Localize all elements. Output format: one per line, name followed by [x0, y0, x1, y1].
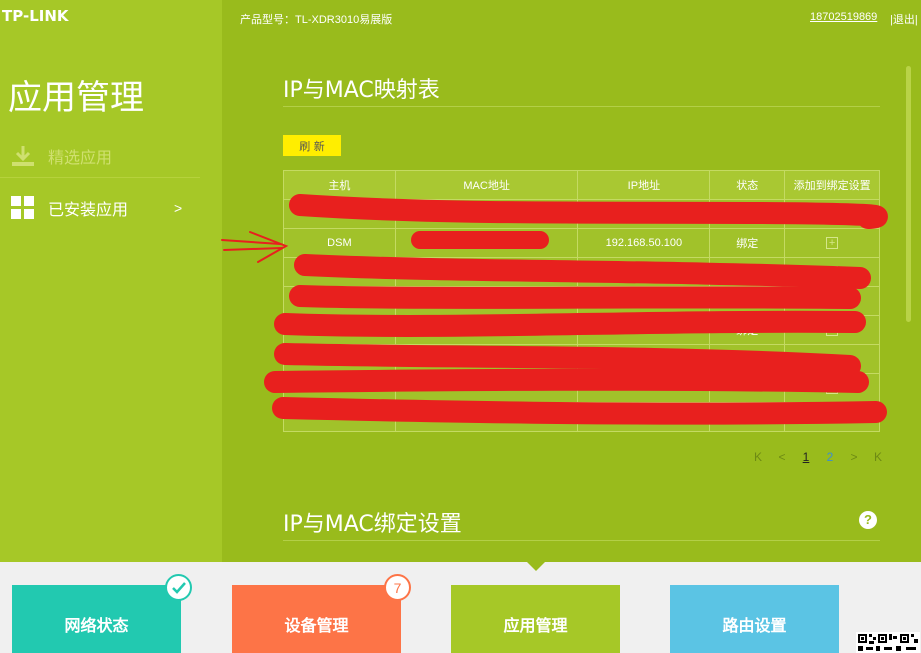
- sidebar-item-label: 精选应用: [48, 149, 113, 167]
- add-binding-plus-icon[interactable]: +: [826, 295, 839, 307]
- add-binding-plus-icon[interactable]: +: [826, 382, 839, 394]
- sidebar-item-featured-apps[interactable]: 精选应用: [0, 134, 200, 178]
- top-bar: 产品型号：TL-XDR3010易展版 18702519869 |退出|: [222, 0, 921, 36]
- cell-status: [709, 373, 786, 403]
- cell-status: [709, 402, 786, 432]
- cell-ip: [577, 286, 711, 316]
- cell-status: 绑定: [709, 315, 786, 345]
- cell-mac: [394, 228, 579, 258]
- cell-add-binding: [784, 402, 880, 432]
- refresh-button[interactable]: 刷 新: [283, 135, 341, 156]
- table-row: +: [283, 257, 880, 287]
- divider: [283, 106, 880, 107]
- cell-host: [283, 315, 396, 345]
- table-row: DSM 192.168.50.100 绑定 +: [283, 228, 880, 258]
- add-binding-plus-icon[interactable]: +: [826, 266, 839, 278]
- scrollbar[interactable]: [906, 66, 911, 322]
- cell-add-binding: [784, 199, 880, 229]
- cell-status: [709, 257, 786, 287]
- download-icon: [10, 143, 36, 169]
- logout-link[interactable]: |退出|: [890, 11, 918, 27]
- cell-status: [709, 286, 786, 316]
- column-header-mac: MAC地址: [394, 170, 579, 200]
- page-link-1[interactable]: 1: [794, 450, 818, 464]
- cell-host: [283, 373, 396, 403]
- cell-mac: [394, 344, 579, 374]
- prev-page-button[interactable]: <: [770, 450, 794, 464]
- section-title-ip-mac-binding: IP与MAC绑定设置: [283, 512, 462, 537]
- cell-ip: [577, 344, 711, 374]
- sidebar-item-label: 已安装应用: [48, 202, 129, 219]
- user-account-link[interactable]: 18702519869: [810, 11, 877, 23]
- tile-app-management[interactable]: 应用管理: [451, 585, 620, 653]
- cell-ip: [577, 315, 711, 345]
- table-row: [283, 199, 880, 229]
- tile-device-management[interactable]: 设备管理: [232, 585, 401, 653]
- cell-add-binding: +: [784, 257, 880, 287]
- next-page-button[interactable]: >: [842, 450, 866, 464]
- last-page-button[interactable]: K: [866, 450, 890, 464]
- pagination: K < 1 2 > K: [746, 450, 890, 464]
- column-header-ip: IP地址: [577, 170, 711, 200]
- sidebar-item-installed-apps[interactable]: 已安装应用: [0, 186, 200, 230]
- cell-host: [283, 286, 396, 316]
- cell-ip: [577, 199, 711, 229]
- cell-host: [283, 257, 396, 287]
- sidebar: TP-LINK 应用管理 精选应用 已安装应用 >: [0, 0, 222, 562]
- active-tile-pointer: [527, 562, 545, 571]
- table-row: +: [283, 286, 880, 316]
- column-header-add-binding: 添加到绑定设置: [784, 170, 880, 200]
- table-row: [283, 402, 880, 432]
- product-model: 产品型号：TL-XDR3010易展版: [240, 14, 393, 26]
- cell-mac: [394, 286, 579, 316]
- cell-add-binding: +: [784, 228, 880, 258]
- qr-code-icon: [856, 632, 920, 653]
- cell-ip: [577, 373, 711, 403]
- grid-icon: [10, 195, 36, 221]
- tile-network-status[interactable]: 网络状态: [12, 585, 181, 653]
- check-icon: [165, 574, 192, 601]
- cell-mac: [394, 315, 579, 345]
- cell-status: [709, 199, 786, 229]
- table-row: 绑定 +: [283, 315, 880, 345]
- device-count-badge: 7: [384, 574, 411, 601]
- main-panel: 产品型号：TL-XDR3010易展版 18702519869 |退出| IP与M…: [222, 0, 921, 562]
- first-page-button[interactable]: K: [746, 450, 770, 464]
- cell-status: 绑定: [709, 228, 786, 258]
- cell-add-binding: [784, 344, 880, 374]
- tp-link-logo: TP-LINK: [2, 7, 69, 25]
- cell-add-binding: +: [784, 315, 880, 345]
- add-binding-plus-icon[interactable]: +: [826, 237, 839, 249]
- chevron-right-icon: >: [174, 200, 183, 216]
- help-icon[interactable]: ?: [859, 511, 877, 529]
- cell-status: [709, 344, 786, 374]
- cell-host: DSM: [283, 228, 396, 258]
- column-header-status: 状态: [709, 170, 786, 200]
- section-title-ip-mac-table: IP与MAC映射表: [283, 78, 440, 103]
- cell-host: [283, 199, 396, 229]
- cell-ip: 192.168.50.100: [577, 228, 711, 258]
- ip-mac-table: 主机 MAC地址 IP地址 状态 添加到绑定设置 DSM 192.168.50.1…: [283, 170, 880, 432]
- cell-mac: [394, 199, 579, 229]
- cell-ip: [577, 257, 711, 287]
- cell-add-binding: +: [784, 286, 880, 316]
- cell-host: [283, 344, 396, 374]
- page-link-2[interactable]: 2: [818, 450, 842, 464]
- cell-mac: [394, 257, 579, 287]
- cell-mac: [394, 402, 579, 432]
- cell-add-binding: +: [784, 373, 880, 403]
- cell-mac: [394, 373, 579, 403]
- table-header-row: 主机 MAC地址 IP地址 状态 添加到绑定设置: [283, 170, 880, 200]
- add-binding-plus-icon[interactable]: +: [826, 324, 839, 336]
- tile-router-settings[interactable]: 路由设置: [670, 585, 839, 653]
- cell-ip: [577, 402, 711, 432]
- sidebar-title: 应用管理: [8, 78, 144, 118]
- table-row: +: [283, 373, 880, 403]
- table-row: [283, 344, 880, 374]
- column-header-host: 主机: [283, 170, 396, 200]
- cell-host: [283, 402, 396, 432]
- divider: [283, 540, 880, 541]
